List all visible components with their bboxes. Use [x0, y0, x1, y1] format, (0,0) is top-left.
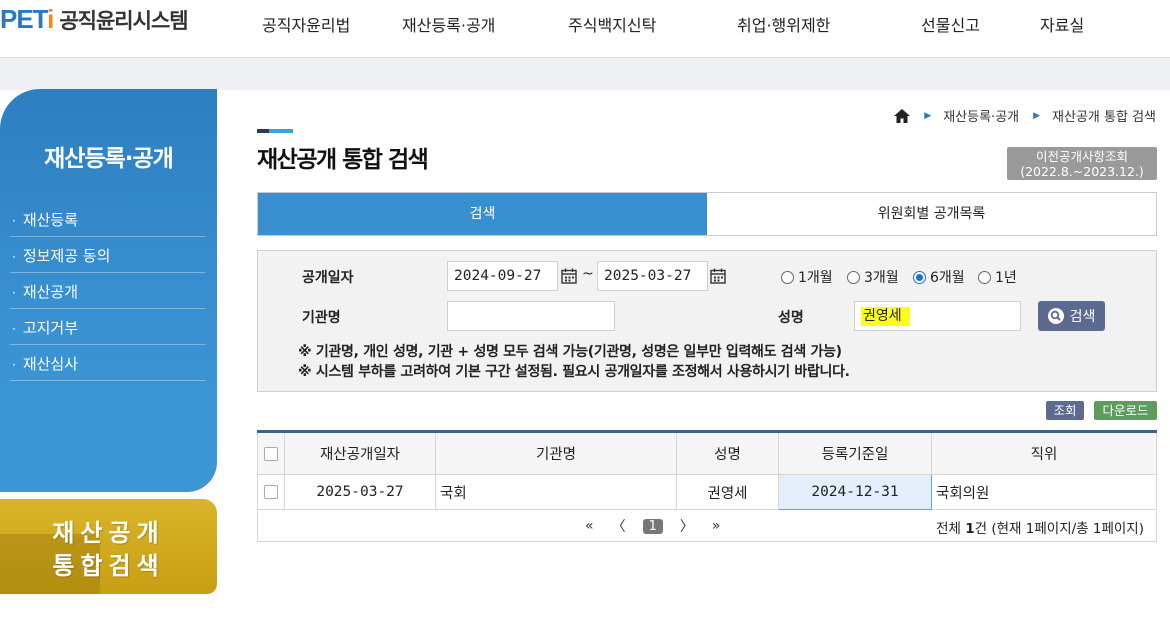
- date-from-input[interactable]: 2024-09-27: [447, 261, 558, 291]
- prev-page-button[interactable]: 〈: [612, 516, 626, 536]
- name-label: 성명: [778, 310, 804, 326]
- sidebar-item-refusal[interactable]: · 고지거부: [10, 309, 205, 345]
- checkbox-icon: [264, 485, 278, 499]
- search-panel: 공개일자 2024-09-27 ~ 2025-03-27 1개월 3개월 6개월…: [257, 250, 1157, 392]
- table-header-row: 재산공개일자 기관명 성명 등록기준일 직위: [257, 431, 1157, 475]
- bullet-icon: ·: [12, 322, 16, 336]
- org-label: 기관명: [302, 310, 341, 326]
- cell-disclosure-date: 2025-03-27: [284, 474, 436, 510]
- previous-disclosure-button[interactable]: 이전공개사항조회 (2022.8.~2023.12.): [1007, 147, 1157, 180]
- period-radio-3month[interactable]: 3개월: [847, 267, 899, 287]
- total-count: 전체 1건 (현재 1페이지/총 1페이지): [936, 521, 1144, 537]
- pagination: « 〈 1 〉 »: [576, 516, 729, 536]
- org-input[interactable]: [447, 301, 615, 331]
- nav-employment-restriction[interactable]: 취업·행위제한: [737, 12, 830, 36]
- date-label: 공개일자: [302, 270, 354, 286]
- calendar-icon[interactable]: [561, 268, 577, 284]
- name-input[interactable]: 권영세: [854, 301, 1021, 331]
- period-radio-1year[interactable]: 1년: [978, 267, 1017, 287]
- search-button[interactable]: 검색: [1038, 301, 1105, 331]
- current-page[interactable]: 1: [642, 518, 663, 534]
- column-header-disclosure-date[interactable]: 재산공개일자: [284, 431, 436, 475]
- radio-icon: [978, 270, 991, 284]
- select-all-checkbox[interactable]: [257, 431, 285, 475]
- promo-line-2: 통합검색: [52, 552, 165, 580]
- breadcrumb: ▶ 재산등록·공개 ▶ 재산공개 통합 검색: [894, 106, 1156, 125]
- nav-blind-trust[interactable]: 주식백지신탁: [568, 12, 656, 36]
- breadcrumb-item-current[interactable]: 재산공개 통합 검색: [1052, 106, 1156, 125]
- cell-position: 국회의원: [931, 474, 1157, 510]
- results-table: 재산공개일자 기관명 성명 등록기준일 직위 2025-03-27 국회 권영세…: [257, 430, 1157, 510]
- name-input-value: 권영세: [861, 307, 910, 326]
- tab-bar: 검색 위원회별 공개목록: [257, 192, 1157, 236]
- sidebar-menu: · 재산등록 · 정보제공 동의 · 재산공개 · 고지거부 · 재산심사: [10, 201, 205, 381]
- sidebar-item-review[interactable]: · 재산심사: [10, 345, 205, 381]
- row-checkbox[interactable]: [257, 474, 285, 510]
- cell-name[interactable]: 권영세: [676, 474, 779, 510]
- search-icon: [1047, 308, 1064, 324]
- cell-reg-date[interactable]: 2024-12-31: [778, 474, 932, 510]
- bullet-icon: ·: [12, 358, 16, 372]
- nav-gift-report[interactable]: 선물신고: [921, 12, 980, 36]
- cell-org: 국회: [435, 474, 677, 510]
- page-title: 재산공개 통합 검색: [257, 147, 429, 173]
- nav-archive[interactable]: 자료실: [1040, 12, 1084, 36]
- pagination-bar: « 〈 1 〉 » 전체 1건 (현재 1페이지/총 1페이지): [257, 511, 1157, 542]
- search-note-1: ※ 기관명, 개인 성명, 기관 + 성명 모두 검색 가능(기관명, 성명은 …: [298, 344, 842, 360]
- checkbox-icon: [264, 446, 278, 461]
- radio-icon: [847, 270, 860, 284]
- first-page-button[interactable]: «: [585, 518, 594, 534]
- radio-checked-icon: [913, 270, 926, 284]
- tab-search[interactable]: 검색: [258, 193, 707, 235]
- sidebar-item-registration[interactable]: · 재산등록: [10, 201, 205, 237]
- sidebar-item-consent[interactable]: · 정보제공 동의: [10, 237, 205, 273]
- sidebar: 재산등록·공개 · 재산등록 · 정보제공 동의 · 재산공개 · 고지거부 · 재산심사: [0, 89, 217, 492]
- period-radio-6month[interactable]: 6개월: [913, 267, 965, 287]
- chevron-right-icon: ▶: [924, 110, 932, 121]
- column-header-org[interactable]: 기관명: [435, 431, 677, 475]
- chevron-right-icon: ▶: [1033, 110, 1041, 121]
- view-button[interactable]: 조회: [1046, 401, 1084, 420]
- next-page-button[interactable]: 〉: [680, 516, 694, 536]
- column-header-name[interactable]: 성명: [676, 431, 779, 475]
- site-header: PETi 공직윤리시스템 공직자윤리법 재산등록·공개 주식백지신탁 취업·행위…: [0, 0, 1170, 58]
- main-nav: 공직자윤리법 재산등록·공개 주식백지신탁 취업·행위제한 선물신고 자료실: [0, 12, 1170, 36]
- sidebar-item-disclosure[interactable]: · 재산공개: [10, 273, 205, 309]
- header-band: [0, 58, 1170, 90]
- title-decoration: [257, 129, 293, 133]
- date-range-separator: ~: [582, 266, 594, 282]
- nav-ethics-law[interactable]: 공직자윤리법: [262, 12, 350, 36]
- column-header-position[interactable]: 직위: [931, 431, 1157, 475]
- nav-property-registration[interactable]: 재산등록·공개: [402, 12, 495, 36]
- tab-committee-list[interactable]: 위원회별 공개목록: [707, 193, 1156, 235]
- breadcrumb-item-section[interactable]: 재산등록·공개: [943, 106, 1019, 125]
- bullet-icon: ·: [12, 250, 16, 264]
- sidebar-title: 재산등록·공개: [44, 146, 174, 172]
- home-icon[interactable]: [894, 108, 911, 123]
- download-button[interactable]: 다운로드: [1094, 401, 1157, 420]
- period-radio-1month[interactable]: 1개월: [781, 267, 833, 287]
- last-page-button[interactable]: »: [712, 518, 721, 534]
- promo-banner[interactable]: 재산공개 통합검색: [0, 499, 217, 594]
- date-to-input[interactable]: 2025-03-27: [597, 261, 708, 291]
- table-row[interactable]: 2025-03-27 국회 권영세 2024-12-31 국회의원: [257, 474, 1157, 510]
- radio-icon: [781, 270, 794, 284]
- search-note-2: ※ 시스템 부하를 고려하여 기본 구간 설정됨. 필요시 공개일자를 조정해서…: [298, 364, 850, 380]
- calendar-icon[interactable]: [710, 268, 726, 284]
- bullet-icon: ·: [12, 214, 16, 228]
- bullet-icon: ·: [12, 286, 16, 300]
- column-header-reg-date[interactable]: 등록기준일: [778, 431, 932, 475]
- promo-line-1: 재산공개: [52, 519, 165, 547]
